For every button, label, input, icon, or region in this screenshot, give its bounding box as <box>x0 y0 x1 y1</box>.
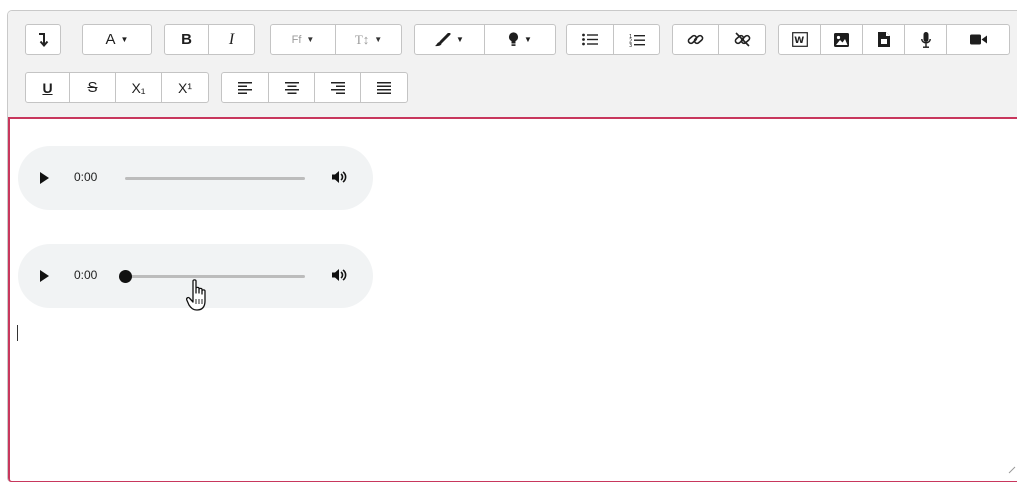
font-size-button[interactable]: T↕ ▼ <box>336 25 401 54</box>
toolbar-group-textformat: U S X₁ X¹ <box>25 72 209 103</box>
bold-button[interactable]: B <box>165 25 209 54</box>
toolbar-group-basic: B I <box>164 24 255 55</box>
toolbar-group-links <box>672 24 766 55</box>
resize-handle-icon[interactable] <box>1008 461 1016 479</box>
strikethrough-button[interactable]: S <box>70 73 116 102</box>
play-icon[interactable] <box>40 270 49 282</box>
caret-down-icon: ▼ <box>306 35 315 44</box>
align-center-button[interactable] <box>269 73 315 102</box>
toolbar-group-lists: 123 <box>566 24 660 55</box>
editor-toolbar: A ▼ B I Ff ▼ T↕ ▼ ▼ ▼ 1 2 3 W U S X₁ X¹ <box>8 11 1017 117</box>
align-left-button[interactable] <box>222 73 269 102</box>
file-icon <box>877 32 890 47</box>
unlink-icon <box>734 32 751 47</box>
audio-progress-thumb[interactable] <box>119 270 132 283</box>
collapse-toggle-button[interactable] <box>26 25 60 54</box>
font-color-button[interactable]: ▼ <box>415 25 485 54</box>
word-paste-button[interactable]: W <box>779 25 821 54</box>
brush-icon <box>435 32 451 47</box>
toolbar-group-insert: W <box>778 24 1010 55</box>
heading-menu-button[interactable]: A ▼ <box>83 25 151 54</box>
lightbulb-icon <box>508 32 519 47</box>
record-audio-button[interactable] <box>905 25 947 54</box>
audio-progress-track[interactable] <box>119 270 305 283</box>
align-justify-icon <box>377 81 391 94</box>
svg-text:3: 3 <box>629 43 632 47</box>
caret-down-icon: ▼ <box>374 35 383 44</box>
list-ul-icon <box>582 33 598 46</box>
play-icon[interactable] <box>40 172 49 184</box>
record-video-button[interactable] <box>947 25 1009 54</box>
underline-button[interactable]: U <box>26 73 70 102</box>
align-right-button[interactable] <box>315 73 361 102</box>
svg-text:W: W <box>794 36 804 46</box>
font-family-button[interactable]: Ff ▼ <box>271 25 336 54</box>
background-color-button[interactable]: ▼ <box>485 25 555 54</box>
audio-time: 0:00 <box>74 170 98 184</box>
toolbar-group-font: Ff ▼ T↕ ▼ <box>270 24 402 55</box>
unordered-list-button[interactable] <box>567 25 614 54</box>
volume-icon[interactable] <box>331 169 347 190</box>
audio-progress-track[interactable] <box>125 177 305 180</box>
align-justify-button[interactable] <box>361 73 407 102</box>
volume-icon[interactable] <box>331 267 347 288</box>
link-button[interactable] <box>673 25 719 54</box>
text-caret <box>17 325 18 341</box>
word-icon: W <box>791 32 808 47</box>
italic-button[interactable]: I <box>209 25 254 54</box>
align-right-icon <box>330 81 345 94</box>
rich-text-editor: A ▼ B I Ff ▼ T↕ ▼ ▼ ▼ 1 2 3 W U S X₁ X¹ … <box>7 10 1017 482</box>
hand-pointer-icon <box>186 279 212 320</box>
toolbar-group-style: A ▼ <box>82 24 152 55</box>
caret-down-icon: ▼ <box>120 35 129 44</box>
toolbar-group-color: ▼ ▼ <box>414 24 556 55</box>
ordered-list-button[interactable]: 123 <box>614 25 659 54</box>
caret-down-icon: ▼ <box>524 35 532 44</box>
audio-time: 0:00 <box>74 268 98 282</box>
arrow-turn-down-icon <box>37 32 49 47</box>
toolbar-group-collapse <box>25 24 61 55</box>
media-button[interactable] <box>863 25 905 54</box>
align-center-icon <box>284 81 299 94</box>
unlink-button[interactable] <box>719 25 765 54</box>
audio-player[interactable]: 0:00 <box>18 146 373 210</box>
image-icon <box>834 32 849 47</box>
caret-down-icon: ▼ <box>456 35 464 44</box>
editor-content-area[interactable]: 0:00 0:00 <box>8 117 1017 482</box>
toolbar-group-align <box>221 72 408 103</box>
list-ol-icon: 123 <box>629 33 645 47</box>
link-icon <box>687 32 704 47</box>
video-camera-icon <box>969 34 987 45</box>
microphone-icon <box>920 31 931 48</box>
superscript-button[interactable]: X¹ <box>162 73 208 102</box>
align-left-icon <box>238 81 252 94</box>
image-button[interactable] <box>821 25 863 54</box>
subscript-button[interactable]: X₁ <box>116 73 162 102</box>
